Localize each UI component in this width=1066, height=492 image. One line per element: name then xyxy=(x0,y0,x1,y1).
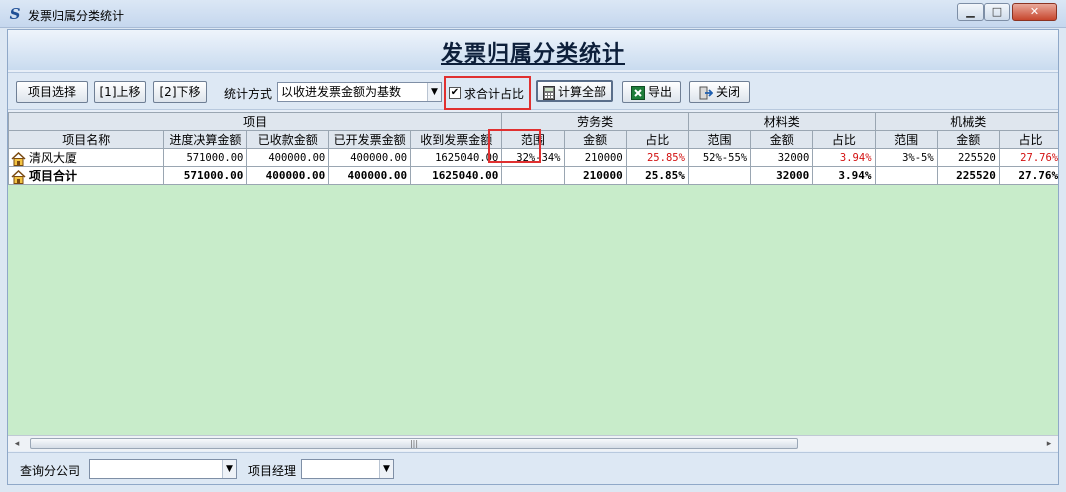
table-cell: 32000 xyxy=(750,148,814,167)
total-name: 项目合计 xyxy=(29,169,78,183)
toolbar: 项目选择 [1]上移 [2]下移 统计方式 以收进发票金额为基数 ▼ ✔ 求合计… xyxy=(8,72,1058,110)
total-name-cell: 项目合计 xyxy=(8,166,165,185)
window-close-button[interactable]: ✕ xyxy=(1012,3,1057,21)
home-icon xyxy=(11,151,26,166)
table-cell: 571000.00 xyxy=(163,148,248,167)
col-header[interactable]: 项目名称 xyxy=(8,130,165,149)
export-button[interactable]: 导出 xyxy=(622,81,681,103)
table-cell: 225520 xyxy=(936,148,1000,167)
col-header[interactable]: 占比 xyxy=(998,130,1058,149)
col-header[interactable]: 范围 xyxy=(687,130,752,149)
table-cell xyxy=(501,166,565,185)
col-header[interactable]: 已收款金额 xyxy=(246,130,330,149)
chevron-down-icon: ▼ xyxy=(222,460,236,478)
table-cell: 210000 xyxy=(563,148,627,167)
table-cell-percent: 25.85% xyxy=(625,148,689,167)
col-header[interactable]: 金额 xyxy=(750,130,814,149)
horizontal-scrollbar[interactable]: ◂ ||| ▸ xyxy=(8,435,1058,451)
table-cell xyxy=(874,166,938,185)
stat-method-select[interactable]: 以收进发票金额为基数 ▼ xyxy=(277,82,442,102)
table-cell: 571000.00 xyxy=(163,166,248,185)
table-cell: 400000.00 xyxy=(328,166,412,185)
group-header-labor: 劳务类 xyxy=(501,112,689,131)
col-header[interactable]: 占比 xyxy=(625,130,689,149)
table-cell: 400000.00 xyxy=(246,166,330,185)
col-header[interactable]: 金额 xyxy=(936,130,1000,149)
project-name-cell: 清风大厦 xyxy=(8,148,165,167)
branch-select[interactable]: ▼ xyxy=(89,459,237,479)
group-header-project: 项目 xyxy=(8,112,503,131)
stat-method-label: 统计方式 xyxy=(224,87,273,101)
filter-bar: 查询分公司 ▼ 项目经理 ▼ xyxy=(8,452,1058,484)
app-logo-icon: S xyxy=(9,5,21,23)
branch-label: 查询分公司 xyxy=(20,464,81,478)
minimize-button[interactable]: ▁ xyxy=(957,3,984,21)
project-name: 清风大厦 xyxy=(29,151,78,165)
scroll-right-icon[interactable]: ▸ xyxy=(1042,438,1056,450)
calc-all-button[interactable]: 计算全部 xyxy=(536,80,613,102)
data-grid[interactable]: 项目 劳务类 材料类 机械类 项目名称 进度决算金额 已收款金额 已开发票金额 … xyxy=(8,112,1058,436)
col-header[interactable]: 已开发票金额 xyxy=(328,130,412,149)
table-cell: 3%-5% xyxy=(874,148,938,167)
chevron-down-icon: ▼ xyxy=(427,83,441,101)
chevron-down-icon: ▼ xyxy=(379,460,393,478)
manager-label: 项目经理 xyxy=(248,464,297,478)
highlight-box-checkbox xyxy=(444,76,531,110)
highlight-box-range xyxy=(488,129,541,163)
home-icon xyxy=(11,169,26,184)
move-down-button[interactable]: [2]下移 xyxy=(153,81,207,103)
table-cell: 27.76% xyxy=(998,166,1058,185)
scrollbar-thumb[interactable]: ||| xyxy=(30,438,798,449)
export-label: 导出 xyxy=(647,85,672,99)
table-cell: 400000.00 xyxy=(328,148,412,167)
table-cell-percent: 27.76% xyxy=(998,148,1058,167)
table-cell: 1625040.00 xyxy=(410,166,503,185)
close-button[interactable]: 关闭 xyxy=(689,81,750,103)
excel-icon xyxy=(630,85,645,100)
page-header: 发票归属分类统计 xyxy=(8,30,1058,70)
table-cell: 225520 xyxy=(936,166,1000,185)
group-header-row: 项目 劳务类 材料类 机械类 xyxy=(8,112,1058,131)
table-cell: 400000.00 xyxy=(246,148,330,167)
calc-all-label: 计算全部 xyxy=(557,85,606,99)
move-up-button[interactable]: [1]上移 xyxy=(94,81,146,103)
group-header-machinery: 机械类 xyxy=(874,112,1058,131)
col-header[interactable]: 进度决算金额 xyxy=(163,130,248,149)
exit-door-icon xyxy=(699,86,714,99)
page-title: 发票归属分类统计 xyxy=(440,42,625,67)
table-cell: 25.85% xyxy=(625,166,689,185)
table-cell: 210000 xyxy=(563,166,627,185)
scroll-left-icon[interactable]: ◂ xyxy=(10,438,24,450)
window-title: 发票归属分类统计 xyxy=(28,9,125,23)
col-header[interactable]: 范围 xyxy=(874,130,938,149)
manager-select[interactable]: ▼ xyxy=(301,459,394,479)
main-panel: 发票归属分类统计 项目选择 [1]上移 [2]下移 统计方式 以收进发票金额为基… xyxy=(7,29,1059,485)
select-project-button[interactable]: 项目选择 xyxy=(16,81,88,103)
table-cell: 32000 xyxy=(750,166,814,185)
table-row-total[interactable]: 项目合计 571000.00 400000.00 400000.00 16250… xyxy=(8,166,1058,185)
stat-method-value: 以收进发票金额为基数 xyxy=(281,85,402,99)
window-titlebar: S 发票归属分类统计 ▁ □ ✕ xyxy=(0,0,1066,28)
table-cell: 3.94% xyxy=(812,166,876,185)
table-cell: 52%-55% xyxy=(687,148,752,167)
maximize-button[interactable]: □ xyxy=(984,3,1010,21)
col-header[interactable]: 金额 xyxy=(563,130,627,149)
calculator-icon xyxy=(542,85,555,100)
table-cell xyxy=(687,166,752,185)
close-label: 关闭 xyxy=(715,85,740,99)
group-header-material: 材料类 xyxy=(687,112,876,131)
col-header[interactable]: 占比 xyxy=(812,130,876,149)
table-cell-percent: 3.94% xyxy=(812,148,876,167)
